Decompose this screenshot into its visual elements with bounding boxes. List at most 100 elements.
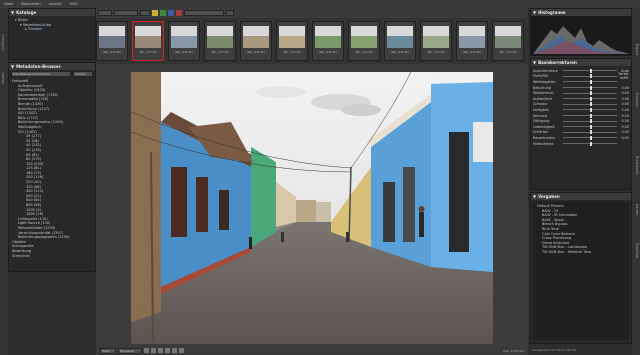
filmstrip-thumbnail[interactable]: IMG_1234.JPG bbox=[96, 21, 128, 61]
filmstrip-thumbnail[interactable]: IMG_1236.JPG bbox=[168, 21, 200, 61]
slider-knob[interactable] bbox=[590, 130, 592, 135]
tab-develop[interactable]: Entwickeln bbox=[633, 148, 639, 182]
filmstrip-thumbnail[interactable]: IMG_1244.JPG bbox=[456, 21, 488, 61]
tab-import[interactable]: Import bbox=[1, 68, 7, 88]
slider-knob[interactable] bbox=[590, 113, 592, 118]
adjustment-slider[interactable] bbox=[563, 107, 617, 112]
adjustment-slider[interactable] bbox=[563, 96, 617, 101]
rotate-left-icon[interactable] bbox=[158, 348, 163, 353]
tab-slideshow[interactable]: Diashow bbox=[633, 238, 639, 262]
adjustment-label: Rauschreduz. bbox=[533, 135, 556, 140]
slider-knob[interactable] bbox=[590, 91, 592, 96]
zoom-mode-select[interactable]: Einpassen bbox=[118, 347, 142, 354]
catalog-item-selected[interactable]: ▸ Trinidad bbox=[15, 27, 95, 32]
thumbnail-label: IMG_1235.JPG bbox=[138, 51, 158, 54]
menu-edit[interactable]: Bearbeiten bbox=[21, 2, 40, 6]
histogram-panel-header[interactable]: ▼ Histogramm bbox=[531, 9, 631, 16]
adjustment-value: 0.00 bbox=[621, 102, 629, 107]
adjustment-slider[interactable] bbox=[563, 74, 617, 79]
adjustment-label: Farbschema bbox=[533, 141, 554, 146]
adjustment-value: 0.00 bbox=[621, 124, 629, 129]
filmstrip-thumbnail[interactable]: IMG_1242.JPG bbox=[384, 21, 416, 61]
adjustment-value: 0.00 bbox=[621, 96, 629, 101]
search-button[interactable]: Suchen bbox=[73, 71, 93, 77]
menu-file[interactable]: Datei bbox=[4, 2, 13, 6]
color-label-red-icon[interactable] bbox=[176, 10, 182, 16]
adjustment-slider[interactable] bbox=[563, 113, 617, 118]
adjustment-slider[interactable] bbox=[563, 130, 617, 135]
grid-icon[interactable] bbox=[179, 348, 184, 353]
zoom-in-icon[interactable] bbox=[144, 348, 149, 353]
adjustment-slider[interactable] bbox=[563, 135, 617, 140]
adjustment-slider[interactable] bbox=[563, 85, 617, 90]
left-sidebar-tabs: Lichttisch Import bbox=[0, 8, 8, 355]
search-input[interactable] bbox=[184, 10, 224, 16]
adjustment-value: 0.00 bbox=[621, 130, 629, 135]
adjustment-value: Farbe: kräft. bbox=[618, 72, 630, 81]
adjustment-label: Kontrast bbox=[533, 113, 548, 118]
adjustment-slider[interactable] bbox=[563, 91, 617, 96]
zoom-out-icon[interactable] bbox=[151, 348, 156, 353]
thumbnail-image bbox=[387, 26, 413, 48]
filmstrip-thumbnail[interactable]: IMG_1241.JPG bbox=[348, 21, 380, 61]
thumbnail-label: IMG_1241.JPG bbox=[354, 51, 374, 54]
slider-knob[interactable] bbox=[590, 96, 592, 101]
adjustment-slider[interactable] bbox=[563, 79, 617, 84]
menu-help[interactable]: Hilfe bbox=[70, 2, 78, 6]
adjustment-label: Schwarz bbox=[533, 102, 548, 107]
slider-knob[interactable] bbox=[589, 74, 592, 79]
filmstrip-thumbnail[interactable]: IMG_1239.JPG bbox=[276, 21, 308, 61]
color-label-blue-icon[interactable] bbox=[168, 10, 174, 16]
filter-dropdown[interactable] bbox=[114, 10, 138, 16]
rotate-right-icon[interactable] bbox=[165, 348, 170, 353]
metadata-panel-header[interactable]: ▼ Metadaten-Browser bbox=[9, 63, 95, 70]
filmstrip-thumbnail[interactable]: IMG_1243.JPG bbox=[420, 21, 452, 61]
color-label-green-icon[interactable] bbox=[160, 10, 166, 16]
slider-knob[interactable] bbox=[590, 68, 592, 73]
presets-panel: ▼ Vorgaben Default Presets B&W - 25 B&W - I… bbox=[530, 192, 632, 344]
tab-export[interactable]: Export bbox=[633, 38, 639, 62]
adjustment-slider[interactable] bbox=[563, 124, 617, 129]
slider-knob[interactable] bbox=[590, 141, 592, 146]
compare-icon[interactable] bbox=[172, 348, 177, 353]
thumbnail-label: IMG_1239.JPG bbox=[282, 51, 302, 54]
adjustment-label: Lebendigkeit bbox=[533, 124, 555, 129]
right-sidebar-tabs: Export Drucken Entwickeln Karten Diashow bbox=[632, 8, 640, 355]
presets-panel-header[interactable]: ▼ Vorgaben bbox=[531, 193, 631, 200]
tab-print[interactable]: Drucken bbox=[633, 88, 639, 112]
filmstrip-thumbnail[interactable]: IMG_1238.JPG bbox=[240, 21, 272, 61]
metadata-tree-item[interactable]: Sternchen bbox=[12, 254, 95, 259]
catalog-panel-header[interactable]: ▼ Kataloge bbox=[9, 9, 95, 16]
slider-knob[interactable] bbox=[590, 119, 592, 124]
preset-item[interactable]: Tilt Shift Blur - Medium Tone bbox=[537, 250, 629, 255]
sort-button[interactable] bbox=[98, 10, 112, 16]
adjustment-slider[interactable] bbox=[563, 102, 617, 107]
metadata-panel-title: Metadaten-Browser bbox=[16, 64, 61, 69]
adjustment-slider[interactable] bbox=[563, 141, 617, 146]
zoom-mode-label[interactable]: Zoom bbox=[100, 347, 116, 354]
adjustment-slider[interactable] bbox=[563, 119, 617, 124]
color-label-yellow-icon[interactable] bbox=[152, 10, 158, 16]
tab-map[interactable]: Karten bbox=[633, 198, 639, 222]
slider-knob[interactable] bbox=[590, 79, 592, 84]
search-all-catalogs-button[interactable]: Alle Kataloge durchsuchen bbox=[11, 71, 71, 77]
filmstrip-thumbnail[interactable]: IMG_1235.JPG bbox=[132, 21, 164, 61]
filmstrip-thumbnail[interactable]: IMG_1245.JPG bbox=[492, 21, 524, 61]
slider-knob[interactable] bbox=[590, 124, 592, 129]
slider-knob[interactable] bbox=[590, 135, 592, 140]
slider-knob[interactable] bbox=[590, 107, 592, 112]
filmstrip-thumbnail[interactable]: IMG_1240.JPG bbox=[312, 21, 344, 61]
catalog-panel: ▼ Kataloge ▾ Bilder ▾ Reisefotos-Kuba ▸ T… bbox=[8, 8, 96, 60]
filmstrip-thumbnail[interactable]: IMG_1237.JPG bbox=[204, 21, 236, 61]
presets-panel-title: Vorgaben bbox=[538, 194, 560, 199]
menu-view[interactable]: Ansicht bbox=[49, 2, 62, 6]
collapse-icon: ▼ bbox=[533, 60, 537, 65]
basic-panel-header[interactable]: ▼ Basiskorrekturen bbox=[531, 59, 631, 66]
tab-lighttable[interactable]: Lichttisch bbox=[1, 28, 7, 58]
main-photo[interactable] bbox=[131, 72, 493, 344]
slider-knob[interactable] bbox=[590, 85, 592, 90]
star-filter-button[interactable] bbox=[140, 10, 150, 16]
view-mode-button[interactable] bbox=[226, 10, 234, 16]
adjustment-slider[interactable] bbox=[563, 68, 617, 73]
slider-knob[interactable] bbox=[590, 102, 592, 107]
